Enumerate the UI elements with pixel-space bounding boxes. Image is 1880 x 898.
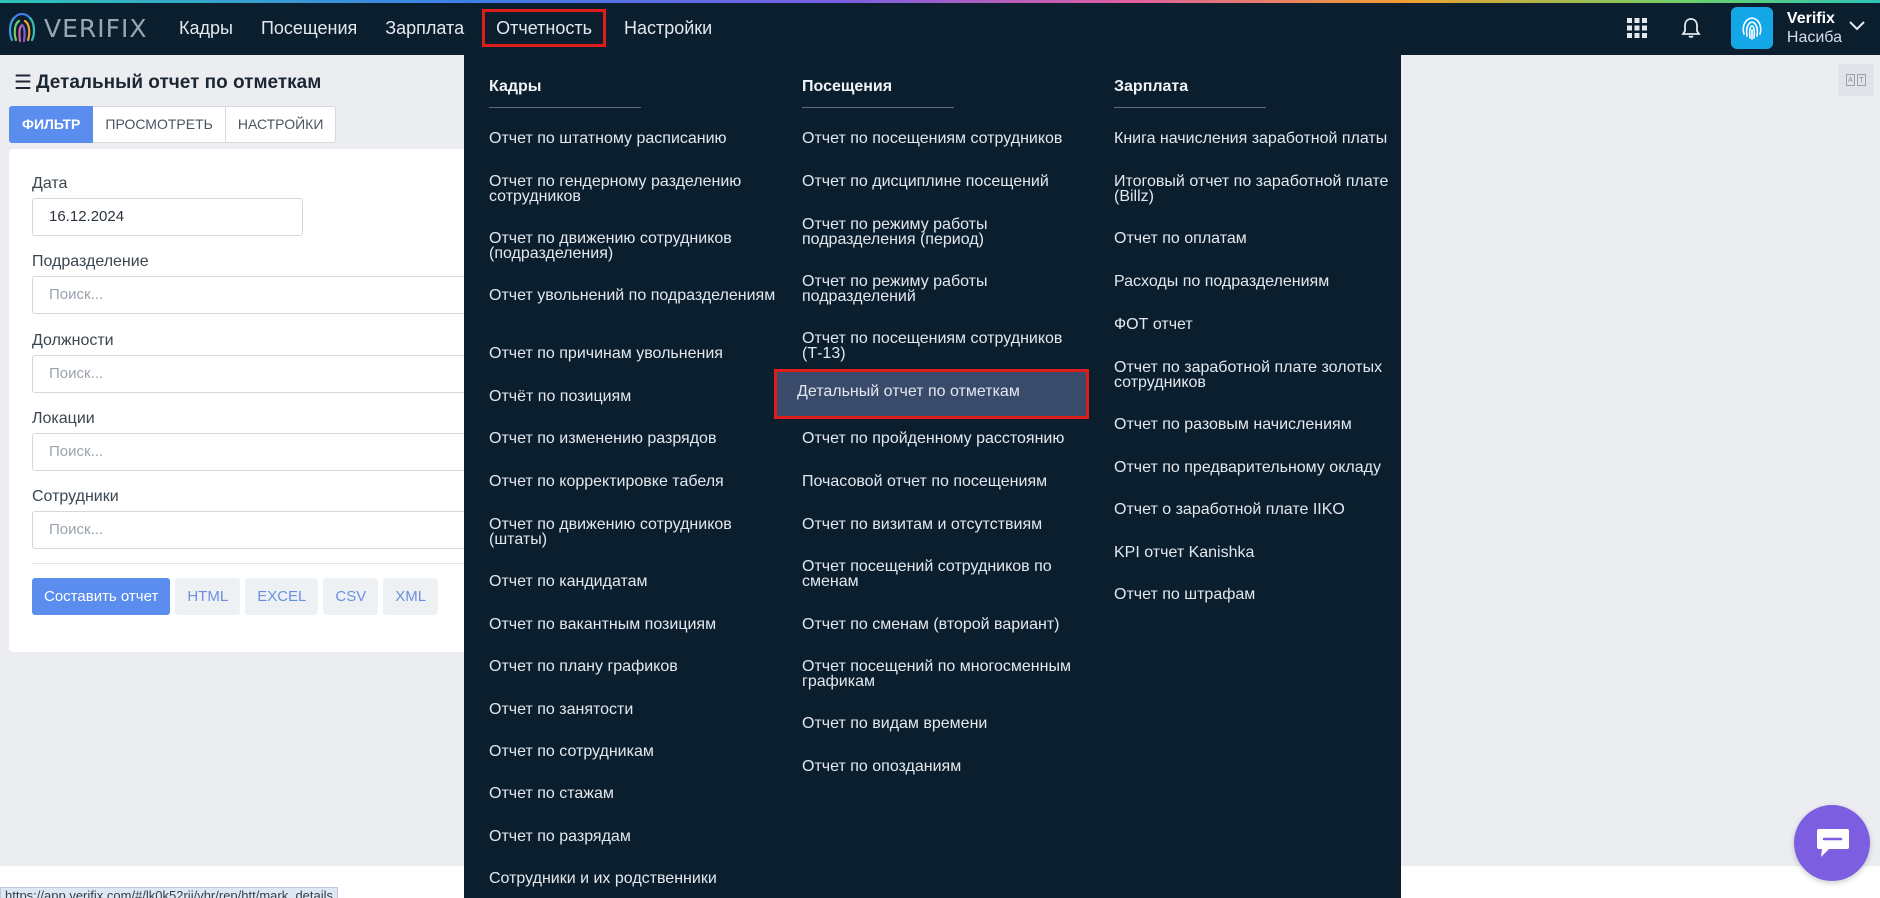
menu-item[interactable]: Отчет по движению сотрудников (подраздел… bbox=[489, 231, 789, 262]
menu-item[interactable]: Отчет по посещениям сотрудников bbox=[802, 131, 1102, 147]
menu-item[interactable]: Отчет посещений сотрудников по сменам bbox=[802, 559, 1102, 590]
menu-item[interactable]: Отчет по предварительному окладу bbox=[1114, 460, 1414, 476]
user-subname: Насиба bbox=[1786, 28, 1842, 46]
column-divider bbox=[489, 107, 641, 108]
fingerprint-logo-icon bbox=[8, 12, 36, 43]
menu-item[interactable]: Отчет по разовым начислениям bbox=[1114, 417, 1414, 433]
menu-item[interactable]: Отчет по кандидатам bbox=[489, 574, 789, 590]
menu-column-title-kadry: Кадры bbox=[489, 78, 542, 95]
menu-item[interactable]: Отчет по корректировке табеля bbox=[489, 474, 789, 490]
menu-item[interactable]: Отчет по плану графиков bbox=[489, 659, 789, 675]
column-divider bbox=[802, 107, 954, 108]
bell-icon[interactable] bbox=[1671, 8, 1711, 48]
menu-item[interactable]: Сотрудники и их родственники bbox=[489, 871, 789, 887]
menu-item[interactable]: Книга начисления заработной платы bbox=[1114, 131, 1414, 147]
nav-item-kadry[interactable]: Кадры bbox=[165, 9, 247, 47]
report-tabs: ФИЛЬТР ПРОСМОТРЕТЬ НАСТРОЙКИ bbox=[9, 106, 337, 143]
positions-label: Должности bbox=[32, 332, 114, 349]
tab-settings[interactable]: НАСТРОЙКИ bbox=[225, 106, 337, 143]
employees-search-input[interactable]: Поиск... bbox=[32, 511, 469, 549]
menu-item[interactable]: Отчет по разрядам bbox=[489, 829, 789, 845]
menu-item-detailed-marks-report[interactable]: Детальный отчет по отметкам bbox=[774, 369, 1089, 419]
menu-item[interactable]: Отчет по стажам bbox=[489, 786, 789, 802]
status-bar-url: https://app.verifix.com/#/lk0k52rij/vhr/… bbox=[0, 887, 339, 898]
positions-search-input[interactable]: Поиск... bbox=[32, 355, 469, 393]
menu-item[interactable]: Отчет по визитам и отсутствиям bbox=[802, 517, 1102, 533]
column-divider bbox=[1114, 107, 1266, 108]
user-name: Verifix bbox=[1786, 9, 1835, 27]
language-toggle-button[interactable] bbox=[1838, 64, 1874, 96]
page-title: ☰ Детальный отчет по отметкам bbox=[14, 70, 321, 95]
menu-item[interactable]: Отчет по пройденному расстоянию bbox=[802, 431, 1102, 447]
division-label: Подразделение bbox=[32, 253, 149, 270]
menu-item[interactable]: Отчет по движению сотрудников (штаты) bbox=[489, 517, 789, 548]
build-report-button[interactable]: Составить отчет bbox=[32, 578, 171, 615]
xml-button[interactable]: XML bbox=[383, 578, 439, 615]
nav-item-otchetnost[interactable]: Отчетность bbox=[482, 9, 606, 47]
date-input[interactable]: 16.12.2024 bbox=[32, 198, 303, 236]
menu-item[interactable]: Отчет по гендерному разделению сотрудник… bbox=[489, 174, 789, 205]
locations-search-input[interactable]: Поиск... bbox=[32, 433, 469, 471]
menu-item[interactable]: Отчет по режиму работы подразделений bbox=[802, 274, 1102, 305]
avatar[interactable] bbox=[1730, 6, 1773, 49]
logo[interactable]: VERIFIX bbox=[6, 8, 148, 48]
csv-button[interactable]: CSV bbox=[323, 578, 379, 615]
menu-item[interactable]: Отчет по опозданиям bbox=[802, 759, 1102, 775]
tab-view[interactable]: ПРОСМОТРЕТЬ bbox=[93, 106, 226, 143]
menu-item[interactable]: Отчет по вакантным позициям bbox=[489, 617, 789, 633]
card-divider bbox=[32, 563, 469, 564]
menu-item[interactable]: Отчет по штрафам bbox=[1114, 587, 1414, 603]
menu-item[interactable]: Отчет по посещениям сотрудников (Т-13) bbox=[802, 331, 1102, 362]
menu-column-title-zarplata: Зарплата bbox=[1114, 78, 1189, 95]
menu-item[interactable]: Отчет по занятости bbox=[489, 702, 789, 718]
html-button[interactable]: HTML bbox=[175, 578, 241, 615]
menu-item[interactable]: Отчет по сменам (второй вариант) bbox=[802, 617, 1102, 633]
menu-item[interactable]: KPI отчет Kanishka bbox=[1114, 545, 1414, 561]
menu-item[interactable]: Отчет увольнений по подразделениям bbox=[489, 288, 789, 304]
filter-card: Дата 16.12.2024 Подразделение Поиск... Д… bbox=[9, 149, 469, 652]
menu-item[interactable]: Расходы по подразделениям bbox=[1114, 274, 1414, 290]
apps-grid-icon[interactable] bbox=[1617, 8, 1657, 48]
menu-item[interactable]: Отчет по причинам увольнения bbox=[489, 346, 789, 362]
menu-item[interactable]: Отчет по видам времени bbox=[802, 716, 1102, 732]
page-title-text: Детальный отчет по отметкам bbox=[35, 71, 322, 93]
menu-item[interactable]: ФОТ отчет bbox=[1114, 317, 1414, 333]
date-label: Дата bbox=[32, 175, 68, 192]
color-stripe bbox=[0, 0, 1880, 3]
menu-item[interactable]: Отчет посещений по многосменным графикам bbox=[802, 659, 1102, 690]
user-info[interactable]: Verifix Насиба bbox=[1787, 9, 1842, 47]
chevron-down-icon[interactable] bbox=[1848, 19, 1866, 37]
menu-item[interactable]: Отчёт по позициям bbox=[489, 389, 789, 405]
logo-text: VERIFIX bbox=[44, 13, 148, 43]
nav-item-zarplata[interactable]: Зарплата bbox=[371, 9, 478, 47]
translate-icon bbox=[1846, 74, 1866, 86]
menu-item[interactable]: Отчет о заработной плате IIKO bbox=[1114, 502, 1414, 518]
menu-item[interactable]: Отчет по режиму работы подразделения (пе… bbox=[802, 217, 1102, 248]
menu-item[interactable]: Отчет по штатному расписанию bbox=[489, 131, 789, 147]
reports-mega-menu: Кадры Отчет по штатному расписанию Отчет… bbox=[464, 55, 1401, 898]
excel-button[interactable]: EXCEL bbox=[245, 578, 319, 615]
tab-filter[interactable]: ФИЛЬТР bbox=[9, 106, 94, 143]
nav-item-nastroyki[interactable]: Настройки bbox=[610, 9, 726, 47]
menu-item[interactable]: Отчет по оплатам bbox=[1114, 231, 1414, 247]
menu-column-title-poseshcheniya: Посещения bbox=[802, 78, 893, 95]
chat-icon bbox=[1817, 829, 1849, 857]
support-chat-button[interactable] bbox=[1794, 805, 1870, 881]
menu-item[interactable]: Отчет по дисциплине посещений bbox=[802, 174, 1102, 190]
fingerprint-icon bbox=[1742, 16, 1762, 40]
nav-item-poseshcheniya[interactable]: Посещения bbox=[247, 9, 371, 47]
report-actions: Составить отчет HTML EXCEL CSV XML bbox=[32, 578, 443, 615]
menu-item[interactable]: Отчет по заработной плате золотых сотруд… bbox=[1114, 360, 1414, 391]
menu-item[interactable]: Почасовой отчет по посещениям bbox=[802, 474, 1102, 490]
employees-label: Сотрудники bbox=[32, 488, 119, 505]
menu-item[interactable]: Отчет по изменению разрядов bbox=[489, 431, 789, 447]
menu-icon[interactable]: ☰ bbox=[14, 70, 32, 95]
menu-item[interactable]: Отчет по сотрудникам bbox=[489, 744, 789, 760]
division-search-input[interactable]: Поиск... bbox=[32, 276, 469, 314]
top-right-controls: Verifix Насиба bbox=[1617, 0, 1880, 55]
top-navbar: VERIFIX Кадры Посещения Зарплата Отчетно… bbox=[0, 0, 1880, 55]
locations-label: Локации bbox=[32, 410, 95, 427]
menu-item[interactable]: Итоговый отчет по заработной плате (Bill… bbox=[1114, 174, 1414, 205]
main-nav: Кадры Посещения Зарплата Отчетность Наст… bbox=[165, 8, 726, 48]
